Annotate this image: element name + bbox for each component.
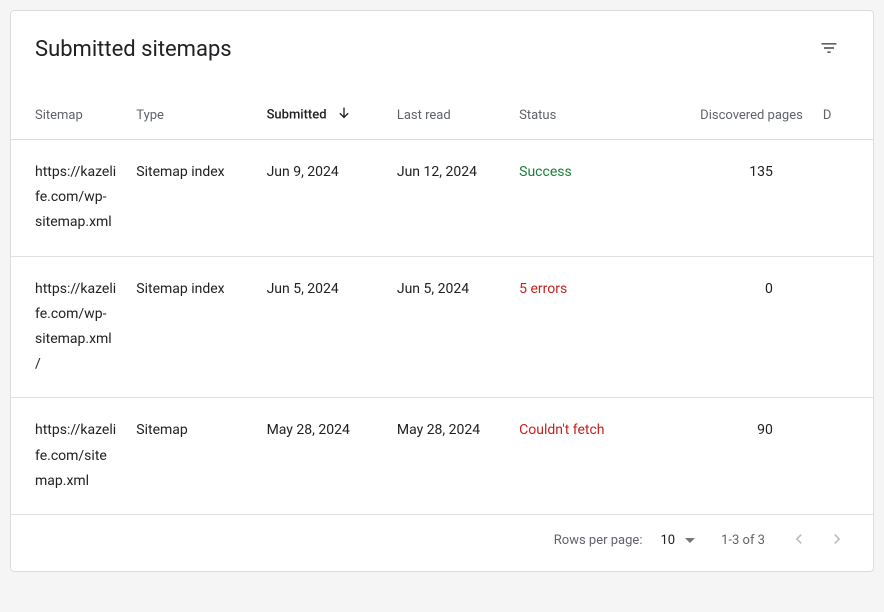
- col-header-submitted-label: Submitted: [267, 107, 327, 122]
- cell-type: Sitemap index: [126, 140, 256, 257]
- col-header-sitemap[interactable]: Sitemap: [11, 81, 126, 140]
- cell-type: Sitemap index: [126, 256, 256, 398]
- col-header-type[interactable]: Type: [126, 81, 256, 140]
- cell-status: 5 errors: [509, 256, 654, 398]
- col-header-discovered[interactable]: Discovered pages: [654, 81, 812, 140]
- card-title: Submitted sitemaps: [35, 37, 232, 62]
- cell-status: Success: [509, 140, 654, 257]
- page-size-value: 10: [660, 533, 675, 548]
- dropdown-icon: [685, 538, 695, 543]
- cell-submitted: Jun 9, 2024: [257, 140, 387, 257]
- table-body: https://kazelife.com/wp-sitemap.xmlSitem…: [11, 140, 873, 515]
- status-text: Success: [519, 164, 572, 180]
- filter-button[interactable]: [809, 29, 849, 69]
- cell-extra: [813, 256, 873, 398]
- cell-sitemap: https://kazelife.com/wp-sitemap.xml/: [11, 256, 126, 398]
- sitemaps-table: Sitemap Type Submitted Last read Status …: [11, 81, 873, 515]
- table-row[interactable]: https://kazelife.com/wp-sitemap.xmlSitem…: [11, 140, 873, 257]
- cell-discovered: 0: [654, 256, 812, 398]
- table-row[interactable]: https://kazelife.com/sitemap.xmlSitemapM…: [11, 398, 873, 515]
- chevron-right-icon: [827, 529, 847, 552]
- pagination: Rows per page: 10 1-3 of 3: [11, 515, 873, 571]
- cell-lastread: Jun 12, 2024: [387, 140, 509, 257]
- cell-extra: [813, 398, 873, 515]
- col-header-submitted[interactable]: Submitted: [257, 81, 387, 140]
- cell-sitemap: https://kazelife.com/wp-sitemap.xml: [11, 140, 126, 257]
- cell-sitemap: https://kazelife.com/sitemap.xml: [11, 398, 126, 515]
- cell-submitted: May 28, 2024: [257, 398, 387, 515]
- cell-lastread: Jun 5, 2024: [387, 256, 509, 398]
- prev-page-button[interactable]: [783, 525, 815, 557]
- cell-type: Sitemap: [126, 398, 256, 515]
- sort-desc-icon: [336, 105, 352, 125]
- table-row[interactable]: https://kazelife.com/wp-sitemap.xml/Site…: [11, 256, 873, 398]
- page-size-select[interactable]: 10: [656, 529, 699, 552]
- cell-extra: [813, 140, 873, 257]
- status-text: Couldn't fetch: [519, 422, 604, 438]
- col-header-status[interactable]: Status: [509, 81, 654, 140]
- status-text: 5 errors: [519, 281, 567, 297]
- cell-status: Couldn't fetch: [509, 398, 654, 515]
- filter-icon: [819, 38, 839, 61]
- card-header: Submitted sitemaps: [11, 11, 873, 81]
- cell-discovered: 90: [654, 398, 812, 515]
- col-header-extra[interactable]: D: [813, 81, 873, 140]
- chevron-left-icon: [789, 529, 809, 552]
- cell-submitted: Jun 5, 2024: [257, 256, 387, 398]
- rows-per-page-label: Rows per page:: [554, 533, 643, 548]
- next-page-button[interactable]: [821, 525, 853, 557]
- col-header-lastread[interactable]: Last read: [387, 81, 509, 140]
- cell-discovered: 135: [654, 140, 812, 257]
- sitemaps-card: Submitted sitemaps Sitemap Type Submitte…: [10, 10, 874, 572]
- page-range: 1-3 of 3: [721, 533, 765, 548]
- cell-lastread: May 28, 2024: [387, 398, 509, 515]
